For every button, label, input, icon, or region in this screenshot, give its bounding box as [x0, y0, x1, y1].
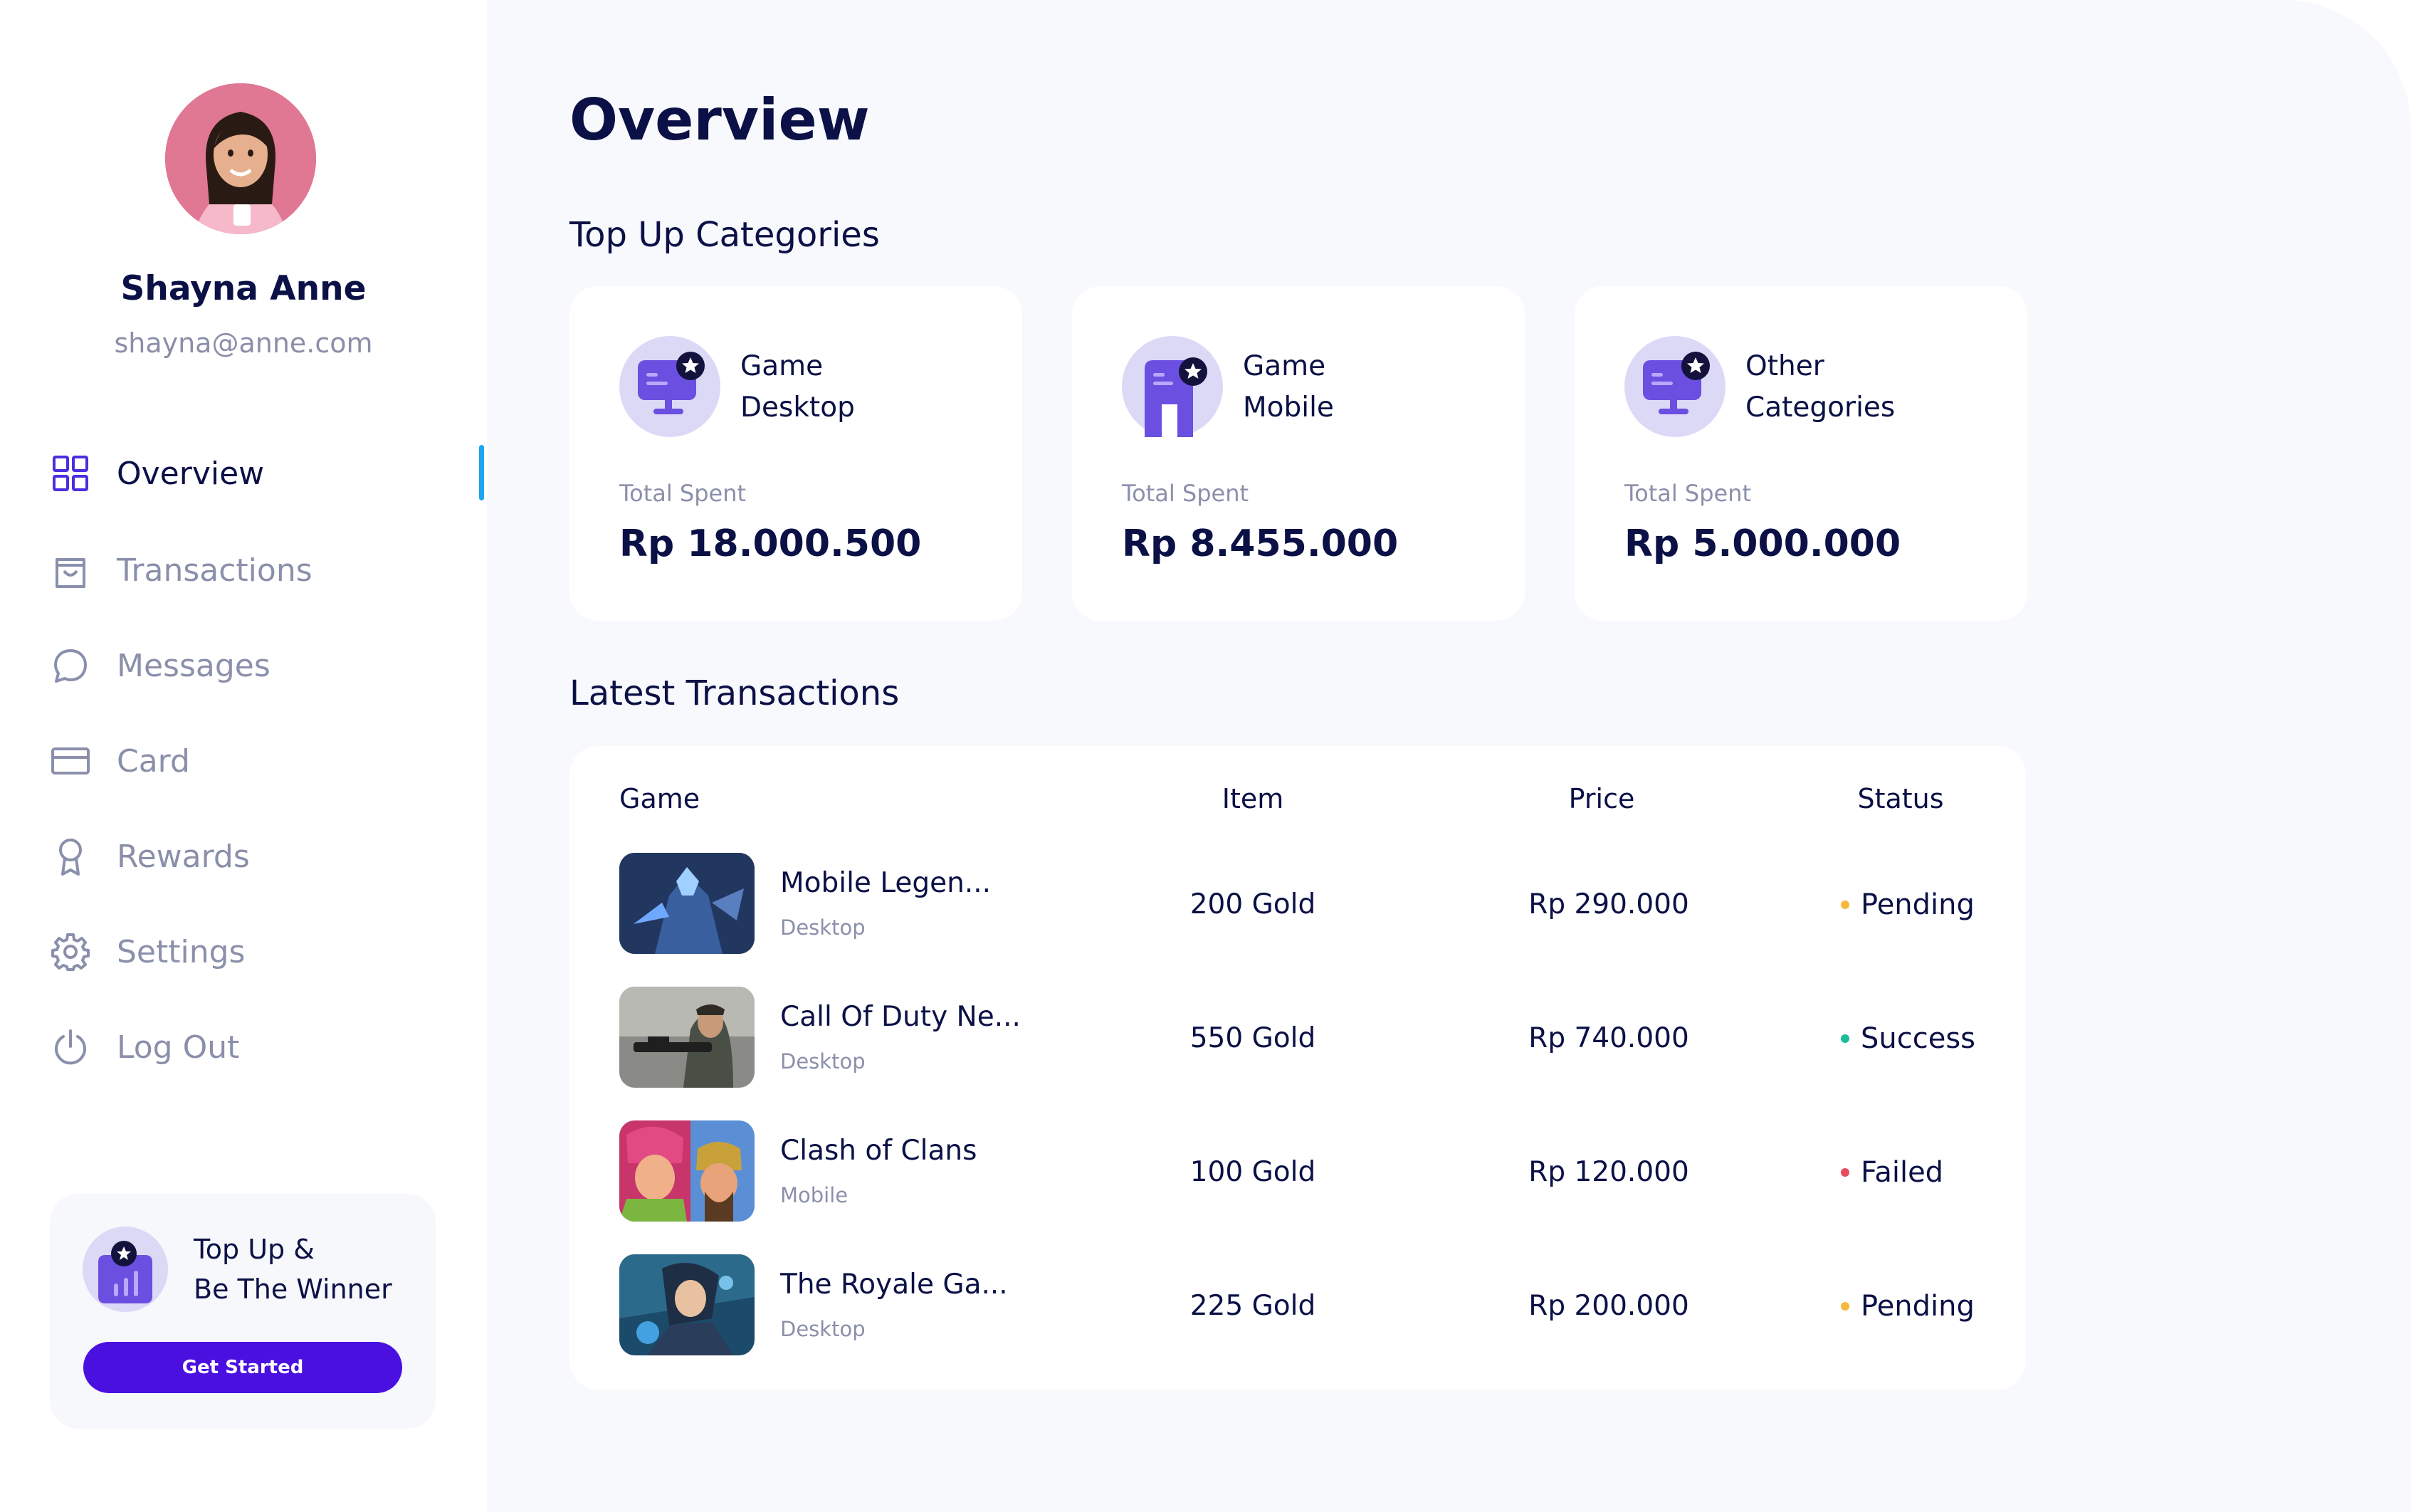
game-thumbnail-image — [619, 987, 755, 1088]
active-indicator — [479, 445, 484, 500]
total-spent-label: Total Spent — [1122, 480, 1249, 507]
price-value: Rp 740.000 — [1528, 1022, 1689, 1054]
game-name: Clash of Clans — [780, 1135, 977, 1167]
transactions-title: Latest Transactions — [569, 673, 900, 713]
status-dot — [1841, 1302, 1849, 1311]
price-value: Rp 120.000 — [1528, 1156, 1689, 1188]
user-name: Shayna Anne — [120, 269, 367, 308]
category-card-game-mobile[interactable]: Game Mobile Total Spent Rp 8.455.000 — [1072, 286, 1525, 621]
chat-bubble-icon — [54, 649, 87, 683]
total-spent-value: Rp 8.455.000 — [1122, 523, 1399, 565]
nav-item-transactions[interactable]: Transactions — [50, 542, 448, 599]
game-thumbnail — [619, 1120, 755, 1222]
item-value: 100 Gold — [1189, 1156, 1316, 1188]
status-badge: Pending — [1841, 888, 1975, 921]
game-platform: Mobile — [780, 1183, 849, 1207]
column-header-status[interactable]: Status — [1829, 783, 1972, 814]
user-email: shayna@anne.com — [114, 327, 373, 359]
transactions-table: Game Item Price Status Mobile Legen... D… — [569, 746, 2026, 1390]
total-spent-value: Rp 5.000.000 — [1624, 523, 1901, 565]
category-name: Other Categories — [1745, 350, 1896, 424]
status-label: Success — [1861, 1022, 1976, 1055]
nav-label: Settings — [117, 933, 246, 970]
nav-label: Messages — [117, 647, 270, 684]
nav-item-overview[interactable]: Overview — [50, 445, 448, 502]
status-label: Failed — [1861, 1156, 1944, 1189]
nav-item-messages[interactable]: Messages — [50, 637, 448, 694]
game-name: Call Of Duty Ne... — [780, 1001, 1021, 1033]
game-thumbnail-image — [619, 1120, 755, 1222]
nav-label: Log Out — [117, 1029, 240, 1066]
status-dot — [1841, 1168, 1849, 1177]
get-started-button[interactable]: Get Started — [83, 1342, 402, 1393]
nav-label: Card — [117, 742, 190, 779]
gear-icon — [51, 933, 90, 971]
table-row[interactable]: Call Of Duty Ne... Desktop 550 Gold Rp 7… — [569, 987, 2026, 1089]
main-content: Overview Top Up Categories Game Desktop … — [487, 0, 2411, 1512]
credit-card-icon — [51, 747, 90, 775]
category-name: Game Mobile — [1243, 350, 1334, 424]
game-thumbnail-image — [619, 853, 755, 954]
status-dot — [1841, 901, 1849, 909]
nav-item-log-out[interactable]: Log Out — [50, 1019, 448, 1076]
status-badge: Failed — [1841, 1156, 1943, 1189]
game-thumbnail — [619, 853, 755, 954]
status-badge: Pending — [1841, 1290, 1975, 1323]
desktop-icon — [1624, 336, 1725, 437]
categories-title: Top Up Categories — [569, 215, 880, 255]
category-card-game-desktop[interactable]: Game Desktop Total Spent Rp 18.000.500 — [569, 286, 1022, 621]
mobile-icon — [1122, 336, 1223, 437]
power-icon — [55, 1029, 86, 1065]
table-row[interactable]: The Royale Ga... Desktop 225 Gold Rp 200… — [569, 1254, 2026, 1357]
award-icon — [59, 839, 82, 876]
game-thumbnail — [619, 987, 755, 1088]
trophy-chart-icon — [83, 1227, 168, 1312]
nav-label: Overview — [117, 455, 265, 492]
avatar-image — [165, 83, 316, 234]
page-title: Overview — [569, 87, 870, 153]
category-card-other-categories[interactable]: Other Categories Total Spent Rp 5.000.00… — [1575, 286, 2027, 621]
promo-title: Top Up & Be The Winner — [194, 1234, 392, 1305]
table-row[interactable]: Mobile Legen... Desktop 200 Gold Rp 290.… — [569, 853, 2026, 955]
nav-label: Transactions — [117, 552, 312, 589]
table-row[interactable]: Clash of Clans Mobile 100 Gold Rp 120.00… — [569, 1120, 2026, 1223]
game-platform: Desktop — [780, 1049, 866, 1073]
status-badge: Success — [1841, 1022, 1975, 1055]
column-header-price[interactable]: Price — [1459, 783, 1744, 814]
category-name: Game Desktop — [740, 350, 855, 424]
item-value: 225 Gold — [1189, 1290, 1316, 1322]
sidebar: Shayna Anne shayna@anne.com Overview Tra… — [0, 0, 487, 1512]
status-label: Pending — [1861, 1290, 1975, 1323]
game-thumbnail-image — [619, 1254, 755, 1355]
total-spent-label: Total Spent — [1624, 480, 1752, 507]
total-spent-value: Rp 18.000.500 — [619, 523, 922, 565]
total-spent-label: Total Spent — [619, 480, 747, 507]
game-thumbnail — [619, 1254, 755, 1355]
status-dot — [1841, 1034, 1849, 1043]
game-name: The Royale Ga... — [780, 1269, 1008, 1301]
price-value: Rp 200.000 — [1528, 1290, 1689, 1322]
column-header-game[interactable]: Game — [619, 783, 700, 814]
nav-item-card[interactable]: Card — [50, 733, 448, 789]
nav-label: Rewards — [117, 838, 250, 875]
shopping-bag-icon — [56, 558, 85, 588]
grid-icon — [53, 456, 88, 491]
item-value: 550 Gold — [1189, 1022, 1316, 1054]
promo-card: Top Up & Be The Winner Get Started — [50, 1194, 436, 1429]
nav-item-rewards[interactable]: Rewards — [50, 828, 448, 885]
column-header-item[interactable]: Item — [1110, 783, 1395, 814]
price-value: Rp 290.000 — [1528, 888, 1689, 920]
game-name: Mobile Legen... — [780, 867, 992, 899]
status-label: Pending — [1861, 888, 1975, 921]
game-platform: Desktop — [780, 915, 866, 940]
game-platform: Desktop — [780, 1317, 866, 1341]
item-value: 200 Gold — [1189, 888, 1316, 920]
desktop-icon — [619, 336, 720, 437]
nav-item-settings[interactable]: Settings — [50, 923, 448, 980]
avatar[interactable] — [165, 83, 316, 234]
